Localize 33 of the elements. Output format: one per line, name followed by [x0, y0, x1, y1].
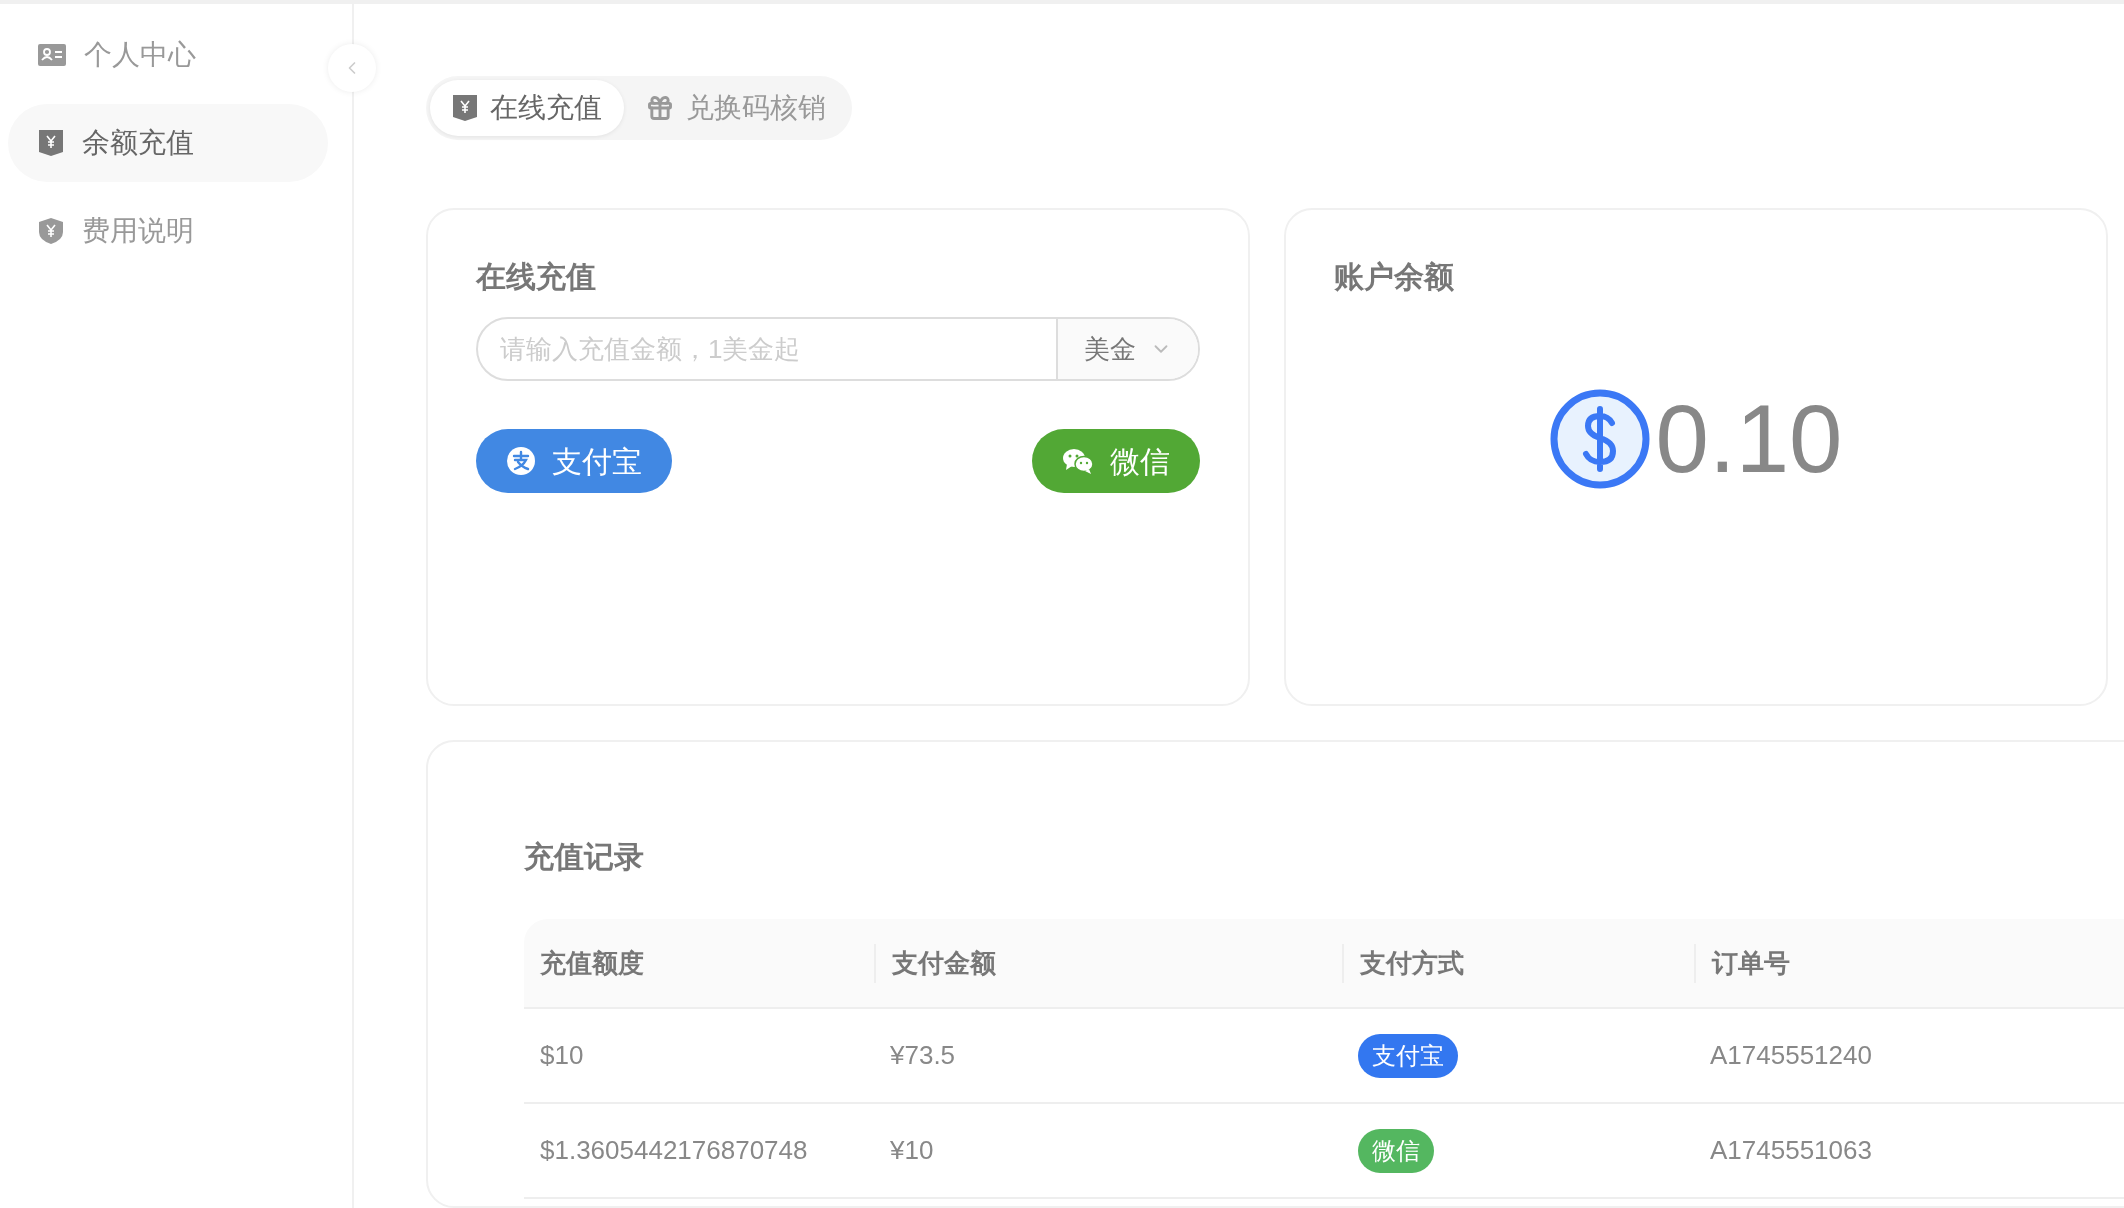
pay-button[interactable]: 支付宝	[476, 429, 672, 493]
yen-shield-icon	[38, 217, 64, 245]
id-card-icon	[38, 44, 66, 66]
column-header: 订单号	[1712, 947, 1790, 978]
table-cell: ¥10	[890, 1135, 934, 1165]
table-cell: $10	[540, 1040, 584, 1070]
records-title: 充值记录	[524, 839, 645, 875]
payment-method-tag: 支付宝	[1358, 1033, 1458, 1078]
table-cell: A1745551240	[1710, 1040, 1872, 1070]
chat-bubbles-icon	[1062, 447, 1094, 475]
payment-method-tag: 微信	[1358, 1128, 1434, 1173]
table-cell: A1745551063	[1710, 1135, 1872, 1165]
sidebar-item[interactable]: 余额充值	[8, 104, 328, 182]
gift-icon	[646, 94, 674, 122]
alipay-icon	[506, 446, 536, 476]
pay-button[interactable]: 微信	[1032, 429, 1200, 493]
column-header: 支付方式	[1360, 947, 1464, 978]
collapse-button[interactable]	[328, 44, 376, 92]
dollar-circle-icon	[1549, 389, 1650, 489]
yen-tag-icon	[452, 94, 478, 122]
column-header: 支付金额	[892, 947, 996, 978]
currency-select[interactable]: 美金	[1056, 319, 1198, 379]
sidebar-item[interactable]: 费用说明	[8, 192, 328, 270]
card-title: 账户余额	[1334, 259, 1455, 295]
tab[interactable]: 在线充值	[430, 80, 624, 136]
card-title: 在线充值	[476, 259, 597, 295]
balance-amount: 0.10	[1655, 391, 1843, 487]
table-cell: $1.3605442176870748	[540, 1135, 808, 1165]
sidebar-item[interactable]: 个人中心	[8, 16, 328, 94]
column-header: 充值额度	[540, 947, 644, 978]
yen-tag-icon	[38, 129, 64, 157]
table-cell: ¥73.5	[890, 1040, 956, 1070]
tab[interactable]: 兑换码核销	[624, 80, 848, 136]
